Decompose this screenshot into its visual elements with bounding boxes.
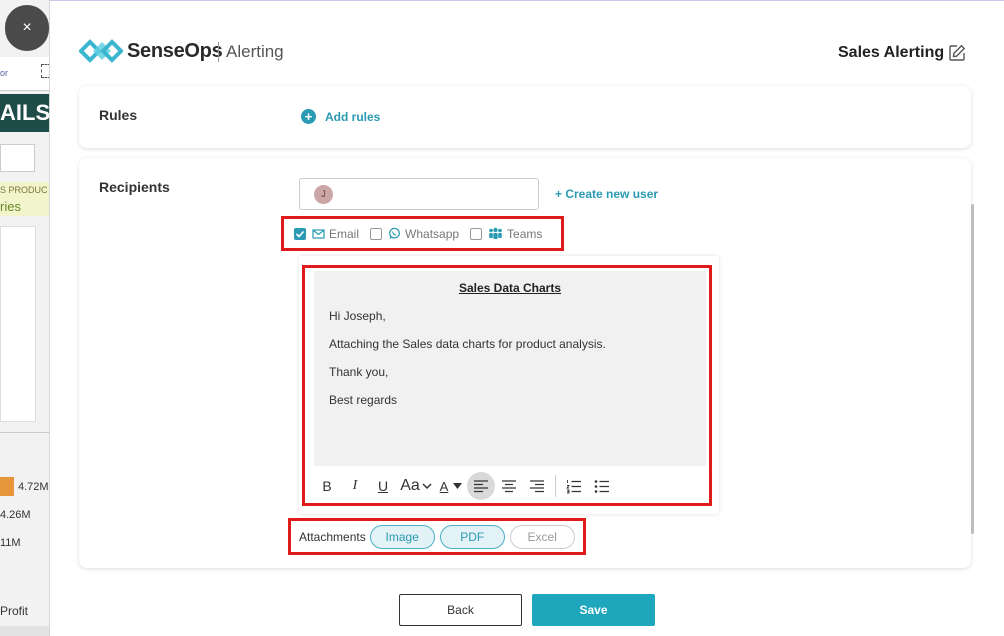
background-divider bbox=[0, 432, 49, 433]
add-rules-label: Add rules bbox=[325, 109, 381, 124]
background-category-header: S PRODUC ries bbox=[0, 182, 49, 216]
background-value-1: 4.72M bbox=[18, 481, 49, 493]
brand-separator bbox=[218, 42, 219, 62]
scrollbar-thumb[interactable] bbox=[971, 204, 974, 534]
background-value-2: 4.26M bbox=[0, 509, 31, 521]
edit-title-icon[interactable] bbox=[948, 44, 966, 62]
page-title: Sales Alerting bbox=[838, 44, 945, 61]
channel-email[interactable]: Email bbox=[294, 227, 359, 241]
background-category-line1: S PRODUC bbox=[0, 185, 48, 195]
channel-teams[interactable]: Teams bbox=[470, 227, 542, 241]
close-icon: × bbox=[22, 19, 32, 36]
email-checkbox[interactable] bbox=[294, 227, 306, 240]
background-banner: AILS bbox=[0, 94, 49, 132]
recipients-section: Recipients J + Create new user Email Wha… bbox=[79, 158, 971, 568]
senseops-logo-icon bbox=[79, 39, 123, 63]
whatsapp-icon bbox=[389, 227, 400, 239]
create-new-user-link[interactable]: + Create new user bbox=[555, 187, 658, 201]
plus-circle-icon: + bbox=[301, 109, 316, 124]
background-bar bbox=[0, 477, 14, 496]
recipients-label: Recipients bbox=[99, 179, 170, 195]
background-value-3: 11M bbox=[0, 537, 21, 549]
background-app: or AILS S PRODUC ries 4.72M 4.26M 11M Pr… bbox=[0, 0, 50, 636]
attachments-row: Attachments Image PDF Excel bbox=[288, 518, 586, 555]
attachment-image-option[interactable]: Image bbox=[369, 524, 435, 549]
background-filter-box bbox=[0, 144, 35, 172]
whatsapp-checkbox[interactable] bbox=[370, 227, 383, 240]
back-button[interactable]: Back bbox=[399, 594, 522, 626]
teams-checkbox[interactable] bbox=[470, 227, 483, 240]
whatsapp-label: Whatsapp bbox=[405, 226, 460, 241]
background-scrollbar bbox=[0, 626, 49, 636]
teams-icon bbox=[489, 227, 502, 239]
background-profit-label: Profit bbox=[0, 604, 29, 618]
attachments-label: Attachments bbox=[299, 529, 366, 544]
brand-subtitle: Alerting bbox=[226, 42, 284, 61]
rules-label: Rules bbox=[99, 107, 138, 123]
recipient-user-input[interactable]: J bbox=[299, 178, 539, 210]
modal-scrollbar[interactable] bbox=[969, 86, 975, 576]
channel-options: Email Whatsapp Teams bbox=[281, 216, 564, 251]
close-button[interactable]: × bbox=[5, 5, 49, 51]
envelope-icon bbox=[312, 229, 325, 239]
email-label: Email bbox=[329, 226, 360, 241]
background-tab-text: or bbox=[0, 68, 9, 78]
background-category-line2: ries bbox=[0, 199, 21, 214]
editor-highlight bbox=[302, 265, 712, 506]
teams-label: Teams bbox=[507, 226, 543, 241]
attachment-pdf-option[interactable]: PDF bbox=[439, 524, 505, 549]
checkmark-icon bbox=[295, 230, 305, 238]
background-select-icon bbox=[41, 64, 49, 78]
alerting-modal: SenseOps Alerting Sales Alerting Rules +… bbox=[50, 0, 1004, 636]
background-panel bbox=[0, 226, 36, 422]
brand-name: SenseOps bbox=[127, 40, 223, 62]
modal-top-border bbox=[50, 0, 1004, 4]
rules-section: Rules + Add rules bbox=[79, 86, 971, 148]
attachment-excel-option[interactable]: Excel bbox=[509, 524, 575, 549]
add-rules-button[interactable]: + Add rules bbox=[301, 109, 380, 124]
channel-whatsapp[interactable]: Whatsapp bbox=[370, 227, 459, 241]
save-button[interactable]: Save bbox=[532, 594, 655, 626]
user-avatar: J bbox=[314, 185, 333, 204]
